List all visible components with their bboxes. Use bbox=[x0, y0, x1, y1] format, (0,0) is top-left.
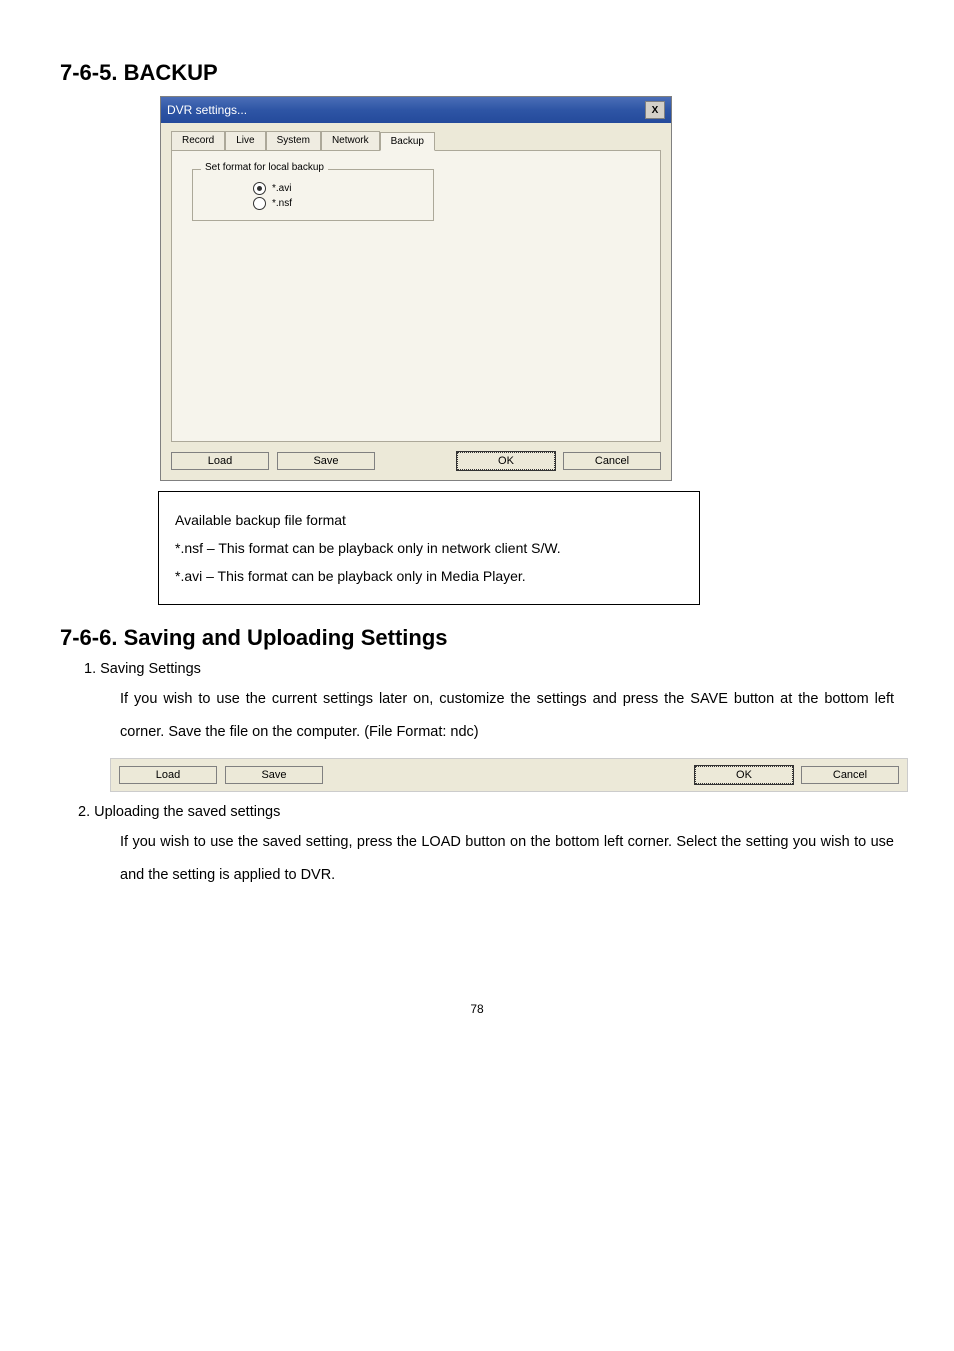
close-icon[interactable]: X bbox=[645, 101, 665, 119]
info-box: Available backup file format *.nsf – Thi… bbox=[158, 491, 700, 605]
tab-record[interactable]: Record bbox=[171, 131, 225, 150]
radio-nsf[interactable] bbox=[253, 197, 266, 210]
info-line-1: Available backup file format bbox=[175, 506, 683, 534]
para2: If you wish to use the saved setting, pr… bbox=[120, 826, 894, 893]
save-button[interactable]: Save bbox=[277, 452, 375, 470]
tab-network[interactable]: Network bbox=[321, 131, 380, 150]
info-line-3: *.avi – This format can be playback only… bbox=[175, 562, 683, 590]
tab-strip: Record Live System Network Backup bbox=[171, 131, 661, 150]
backup-format-fieldset: Set format for local backup *.avi *.nsf bbox=[192, 169, 434, 221]
tab-live[interactable]: Live bbox=[225, 131, 265, 150]
section-heading-2: 7-6-6. Saving and Uploading Settings bbox=[60, 625, 894, 651]
section-heading-1: 7-6-5. BACKUP bbox=[60, 60, 894, 86]
load-button[interactable]: Load bbox=[171, 452, 269, 470]
para1: If you wish to use the current settings … bbox=[120, 683, 894, 750]
tab-system[interactable]: System bbox=[266, 131, 321, 150]
dvr-settings-dialog: DVR settings... X Record Live System Net… bbox=[160, 96, 672, 481]
radio-avi[interactable] bbox=[253, 182, 266, 195]
ok-button[interactable]: OK bbox=[457, 452, 555, 470]
dialog-title: DVR settings... bbox=[167, 103, 247, 117]
radio-label-avi: *.avi bbox=[272, 183, 291, 194]
sub1: 1. Saving Settings bbox=[84, 661, 894, 677]
dialog-buttons: Load Save OK Cancel bbox=[161, 442, 671, 480]
radio-row-avi[interactable]: *.avi bbox=[253, 182, 393, 195]
strip-load-button[interactable]: Load bbox=[119, 766, 217, 784]
strip-ok-button[interactable]: OK bbox=[695, 766, 793, 784]
page-number: 78 bbox=[60, 1002, 894, 1016]
cancel-button[interactable]: Cancel bbox=[563, 452, 661, 470]
strip-cancel-button[interactable]: Cancel bbox=[801, 766, 899, 784]
button-strip: Load Save OK Cancel bbox=[110, 758, 908, 792]
strip-save-button[interactable]: Save bbox=[225, 766, 323, 784]
radio-row-nsf[interactable]: *.nsf bbox=[253, 197, 393, 210]
titlebar: DVR settings... X bbox=[161, 97, 671, 123]
tab-backup[interactable]: Backup bbox=[380, 132, 435, 151]
radio-label-nsf: *.nsf bbox=[272, 198, 292, 209]
fieldset-legend: Set format for local backup bbox=[201, 162, 328, 173]
tab-panel-backup: Set format for local backup *.avi *.nsf bbox=[171, 150, 661, 442]
sub2: 2. Uploading the saved settings bbox=[78, 804, 894, 820]
info-line-2: *.nsf – This format can be playback only… bbox=[175, 534, 683, 562]
